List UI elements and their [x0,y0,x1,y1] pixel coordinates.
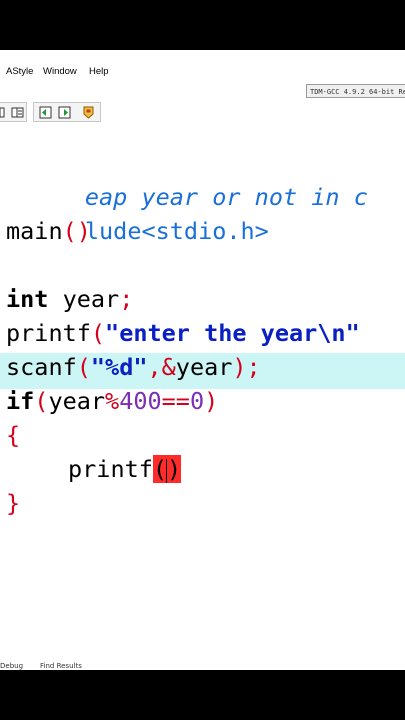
printf-call: printf [6,319,91,347]
printf-call: printf [68,455,153,483]
code-line-11: } [6,486,20,520]
var-year: year [48,387,106,415]
bottom-tabs: Debug Find Results [0,662,405,670]
semicolon: ; [119,285,134,313]
string-literal: "enter the year\n" [105,319,360,347]
address-operator: ,& [147,353,176,381]
ide-window: AStyle Window Help TDM-GCC 4.9.2 64-bit … [0,50,405,670]
toolbar [0,102,405,124]
menu-window[interactable]: Window [43,66,77,77]
goto-forward-icon[interactable] [58,106,71,119]
code-editor[interactable]: eap year or not in c lude<stdio.h> main(… [0,146,405,666]
menu-astyle[interactable]: AStyle [6,66,33,77]
equality-operator: == [161,387,190,415]
indent-icon[interactable] [11,106,24,119]
open-brace: { [6,421,21,449]
main-function: main [6,217,63,245]
include-directive: lude<stdio.h> [84,217,269,245]
matched-paren: ( [152,455,168,483]
code-line-5: int year; [6,282,133,316]
format-string: "%d" [90,353,148,381]
keyword-int: int [6,285,49,313]
tab-find-results[interactable]: Find Results [40,662,82,670]
goto-back-icon[interactable] [39,106,52,119]
code-line-7: scanf("%d",&year); [6,350,261,384]
paren: () [62,217,91,245]
code-line-8: if(year%400==0) [6,384,218,418]
code-line-1: eap year or not in c [6,146,368,211]
matched-paren: ) [167,455,182,483]
code-line-10: printf() [68,452,182,486]
number-literal: 400 [119,387,162,415]
number-literal: 0 [189,387,205,415]
compiler-select[interactable]: TDM-GCC 4.9.2 64-bit Release [306,84,405,98]
paren: ( [90,319,106,347]
code-line-6: printf("enter the year\n" [6,316,360,350]
code-line-9: { [6,418,20,452]
paren: ( [76,353,91,381]
code-line-3: main() [6,214,91,248]
scanf-call: scanf [6,353,77,381]
var-year: year [175,353,233,381]
menu-help[interactable]: Help [89,66,109,77]
code-line-2: lude<stdio.h> [6,180,269,245]
tab-debug[interactable]: Debug [0,662,23,670]
keyword-if: if [6,387,35,415]
close-brace: } [6,489,21,517]
toolbar-group-indent [0,102,27,122]
paren: ) [204,387,219,415]
bookmark-icon[interactable] [82,106,95,119]
modulo-operator: % [105,387,120,415]
paren: ( [34,387,49,415]
paren-semicolon: ); [232,353,261,381]
var-year: year [48,285,120,313]
toolbar-group-nav [33,102,101,122]
menu-bar: AStyle Window Help [0,62,405,80]
